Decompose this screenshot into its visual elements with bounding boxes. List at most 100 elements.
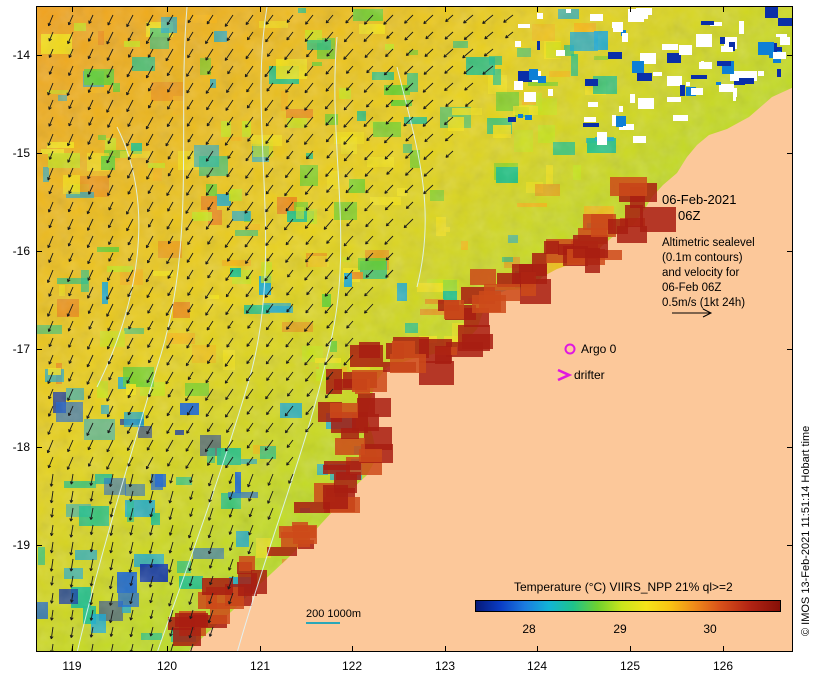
x-tick-label: 123 (434, 659, 456, 673)
colorbar-title: Temperature (°C) VIIRS_NPP 21% ql>=2 (514, 580, 733, 594)
colorbar-tick: 29 (613, 622, 627, 636)
cloud-gap (662, 44, 678, 50)
cloud-gap (679, 45, 692, 55)
cloud-gap (777, 69, 781, 77)
x-tick-mark (167, 6, 168, 12)
colorbar-tick: 28 (522, 622, 536, 636)
temperature-colorbar (475, 600, 781, 612)
x-tick-mark (352, 6, 353, 12)
x-tick-mark (260, 646, 261, 652)
altimetry-legend: Altimetric sealevel (0.1m contours) and … (662, 236, 755, 311)
warm-patch (610, 177, 647, 196)
y-tick-mark (787, 251, 793, 252)
x-tick-mark (723, 646, 724, 652)
y-tick-label: -14 (12, 48, 30, 62)
legend-line: Altimetric sealevel (662, 237, 755, 249)
warm-patch (330, 403, 358, 418)
isobath-scale-label: 200 1000m (306, 608, 362, 620)
cloud-gap (717, 61, 731, 66)
warm-patch (544, 241, 559, 254)
x-tick-mark (723, 6, 724, 12)
cloud-gap (637, 73, 652, 81)
warm-patch (267, 547, 297, 556)
warm-patch (470, 269, 496, 285)
cloud-gap (613, 23, 623, 32)
cloud-gap (773, 52, 786, 59)
warm-patch (472, 295, 506, 313)
cloud-gap (633, 136, 646, 143)
y-tick-mark (787, 153, 793, 154)
x-tick-label: 121 (249, 659, 271, 673)
cloud-gap (758, 42, 774, 55)
sst-patch (203, 651, 224, 652)
warm-patch (173, 628, 201, 646)
y-tick-label: -15 (12, 146, 30, 160)
cloud-gap (636, 8, 652, 15)
cloud-gap (691, 88, 703, 95)
warm-patch (359, 449, 382, 462)
warm-patch (444, 300, 464, 319)
argo-circle-icon (564, 343, 576, 355)
cloud-gap (721, 47, 733, 52)
cloud-gap (680, 85, 685, 96)
cloud-gap (758, 71, 764, 76)
y-tick-label: -17 (12, 342, 30, 356)
x-tick-mark (72, 646, 73, 652)
warm-patch (512, 264, 547, 284)
y-tick-mark (36, 55, 42, 56)
warm-patch (294, 502, 330, 513)
legend-line: and velocity for (662, 267, 740, 279)
warm-patch (390, 354, 426, 373)
cloud-gap (778, 18, 792, 26)
cloud-gap (622, 33, 628, 42)
cloud-gap (630, 94, 635, 103)
date-text: 06-Feb-2021 (662, 192, 737, 207)
drifter-chevron-icon (557, 368, 572, 382)
cloud-gap (699, 62, 712, 69)
cloud-gap (537, 41, 540, 50)
x-tick-mark (630, 6, 631, 12)
cloud-gap (590, 14, 603, 21)
cloud-gap (588, 102, 598, 107)
cloud-gap (776, 34, 787, 37)
cloud-gap (667, 76, 682, 86)
cloud-gap (739, 78, 754, 84)
y-tick-mark (36, 153, 42, 154)
y-tick-label: -16 (12, 244, 30, 258)
cloud-gap (653, 72, 662, 76)
warm-patch (392, 341, 415, 354)
x-tick-mark (630, 646, 631, 652)
warm-patch (435, 346, 451, 364)
x-tick-mark (167, 646, 168, 652)
cloud-gap (508, 117, 516, 122)
cloud-gap (585, 79, 598, 86)
cloud-gap (720, 37, 725, 44)
cloud-gap (619, 106, 623, 112)
cloud-gap (556, 50, 565, 56)
y-tick-mark (787, 349, 793, 350)
cloud-gap (597, 132, 607, 145)
y-tick-mark (36, 545, 42, 546)
x-tick-label: 126 (712, 659, 734, 673)
cloud-gap (623, 126, 631, 130)
x-tick-label: 119 (62, 659, 82, 673)
warm-patch (334, 474, 357, 493)
x-tick-label: 125 (619, 659, 641, 673)
cloud-gap (566, 9, 571, 13)
cloud-gap (765, 7, 778, 18)
x-tick-label: 122 (341, 659, 363, 673)
argo-label: Argo 0 (581, 342, 617, 356)
warm-patch (358, 393, 375, 414)
time-text: 06Z (678, 208, 701, 223)
legend-line: (0.1m contours) (662, 252, 743, 264)
map-panel (36, 6, 793, 652)
cloud-gap (719, 84, 734, 92)
cloud-gap (548, 89, 553, 96)
cloud-gap (716, 82, 721, 85)
cloud-gap (518, 24, 530, 28)
cloud-gap (667, 97, 681, 102)
warm-patch (293, 525, 317, 544)
x-tick-mark (260, 6, 261, 12)
isobath-scale-line (306, 622, 340, 624)
cloud-gap (514, 81, 523, 90)
